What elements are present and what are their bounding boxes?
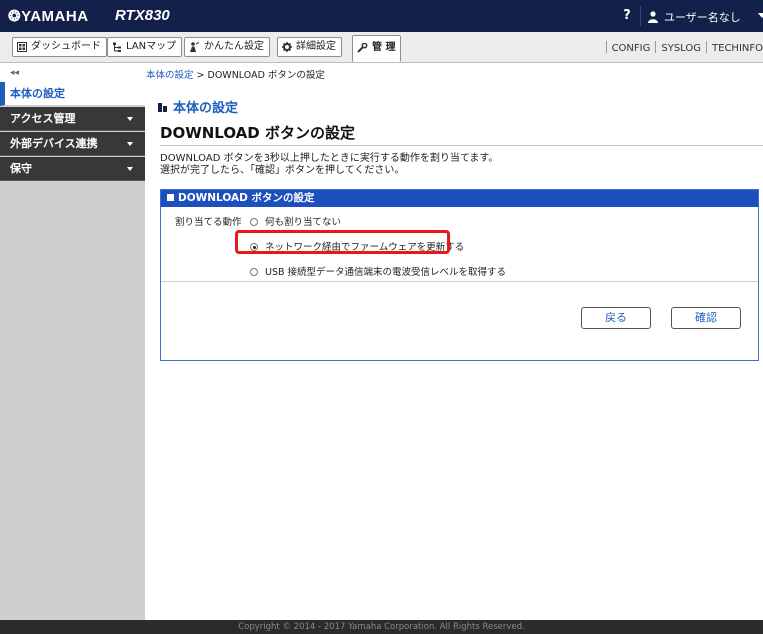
lan-map-icon [113,42,121,52]
chevron-down-icon [127,117,133,121]
field-label: 割り当てる動作 [175,217,242,228]
sidebar-item-label: 本体の設定 [10,87,65,100]
sidebar: 本体の設定 アクセス管理 外部デバイス連携 保守 [0,82,145,620]
confirm-button[interactable]: 確認 [671,307,741,329]
syslog-link[interactable]: SYSLOG [661,43,701,54]
sidebar-item-external-devices[interactable]: 外部デバイス連携 [0,132,145,156]
tab-label: ダッシュボード [31,41,101,52]
chevron-down-icon [127,167,133,171]
page-title: DOWNLOAD ボタンの設定 [160,124,355,142]
sidebar-item-access-management[interactable]: アクセス管理 [0,107,145,131]
main-content: 本体の設定 DOWNLOAD ボタンの設定 DOWNLOAD ボタンを3秒以上押… [146,82,763,620]
header-divider [640,6,641,26]
square-icon [167,194,174,201]
techinfo-link[interactable]: TECHINFO [712,43,763,54]
title-divider [160,145,763,146]
tab-easy-setup[interactable]: かんたん設定 [184,37,270,57]
main-toolbar: ダッシュボード LANマップ かんたん設定 詳細設定 管 理 CONFIG SYS… [0,32,763,63]
panel-title: DOWNLOAD ボタンの設定 [178,192,315,204]
collapse-sidebar-icon[interactable]: ◂◂ [10,68,19,78]
footer-copyright: Copyright © 2014 - 2017 Yamaha Corporati… [0,620,763,634]
section-title: 本体の設定 [158,97,238,116]
tab-label: かんたん設定 [204,41,264,52]
yamaha-logo: ❂YAMAHA [8,8,89,25]
breadcrumb-current: > DOWNLOAD ボタンの設定 [193,70,325,81]
sidebar-item-maintenance[interactable]: 保守 [0,157,145,181]
page-description: DOWNLOAD ボタンを3秒以上押したときに実行する動作を割り当てます。 選択… [160,153,498,177]
download-button-settings-panel: DOWNLOAD ボタンの設定 割り当てる動作 何も割り当てない ネットワーク経… [160,189,759,361]
section-title-text: 本体の設定 [173,101,239,116]
description-line: 選択が完了したら、「確認」ボタンを押してください。 [160,165,405,176]
tab-label: 詳細設定 [296,41,336,52]
tab-dashboard[interactable]: ダッシュボード [12,37,107,57]
model-name: RTX830 [115,7,170,24]
description-line: DOWNLOAD ボタンを3秒以上押したときに実行する動作を割り当てます。 [160,153,499,164]
radio-label: USB 接続型データ通信端末の電波受信レベルを取得する [265,267,507,278]
link-divider [605,41,607,53]
link-divider [706,41,708,53]
wizard-icon [190,42,200,52]
wrench-icon [357,42,368,53]
config-link[interactable]: CONFIG [612,43,651,54]
radio-option-usb-signal-level[interactable]: USB 接続型データ通信端末の電波受信レベルを取得する [250,264,506,278]
back-button[interactable]: 戻る [581,307,651,329]
sidebar-item-label: 保守 [10,162,32,175]
tab-lan-map[interactable]: LANマップ [107,37,183,57]
help-icon[interactable]: ? [620,8,634,23]
radio-button-icon[interactable] [250,218,258,226]
highlight-box [235,230,450,254]
breadcrumb-parent-link[interactable]: 本体の設定 [146,70,194,81]
sidebar-item-label: アクセス管理 [10,112,76,125]
tab-label: LANマップ [126,41,177,52]
radio-label: 何も割り当てない [265,217,342,228]
dashboard-icon [17,42,27,52]
breadcrumb: 本体の設定 > DOWNLOAD ボタンの設定 [146,67,325,81]
app-header: ❂YAMAHA RTX830 ? ユーザー名なし [0,0,763,32]
tab-management[interactable]: 管 理 [352,35,402,62]
radio-button-icon[interactable] [250,268,258,276]
tab-advanced-settings[interactable]: 詳細設定 [277,37,342,57]
link-divider [655,41,657,53]
chevron-down-icon [127,142,133,146]
tool-links: CONFIG SYSLOG TECHINFO [601,41,763,54]
chevron-down-icon[interactable] [758,13,763,18]
panel-divider [161,281,758,282]
sidebar-item-device-settings[interactable]: 本体の設定 [0,82,145,106]
user-menu[interactable]: ユーザー名なし [648,9,741,25]
tab-label: 管 理 [372,42,396,53]
radio-option-none[interactable]: 何も割り当てない [250,214,341,228]
panel-header: DOWNLOAD ボタンの設定 [161,190,758,207]
sidebar-item-label: 外部デバイス連携 [10,137,98,150]
gear-icon [282,42,292,52]
user-icon [648,11,658,23]
user-name: ユーザー名なし [664,11,741,24]
section-icon [158,103,167,112]
